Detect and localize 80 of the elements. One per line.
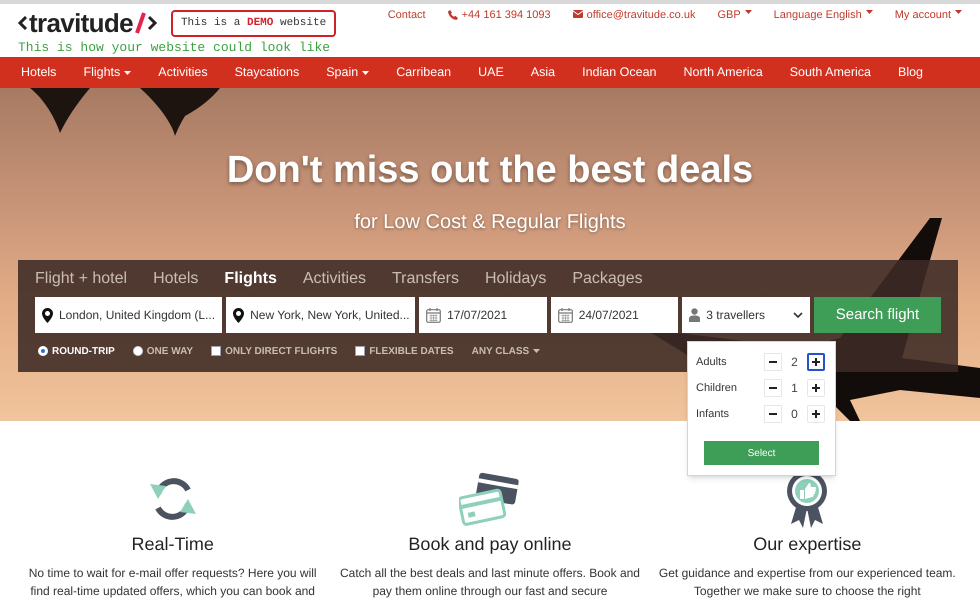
search-tab[interactable]: Transfers [392,266,459,290]
checkbox[interactable] [355,346,366,356]
top-link[interactable]: office@travitude.co.uk [572,10,696,57]
nav-item[interactable]: North America [683,63,763,82]
map-pin-icon [42,308,53,322]
search-tab[interactable]: Flight + hotel [35,266,128,290]
top-link[interactable]: My account [894,10,962,57]
counter-label: Adults [696,354,728,370]
input-field[interactable]: 17/07/2021 [419,297,547,333]
counter-label: Infants [696,406,730,422]
option-label: ONLY DIRECT FLIGHTS [225,344,338,358]
plus-icon [812,384,820,392]
counter-value: 0 [790,406,799,423]
input-field[interactable]: New York, New York, United... [226,297,416,333]
feature-text: Catch all the best deals and last minute offers. Book and pay them online through our fast and secure [340,565,640,600]
counter-value: 2 [790,354,799,371]
phone-icon [448,10,458,20]
credit-cards-icon [458,472,521,526]
nav-item[interactable]: Hotels [21,63,56,82]
nav-item[interactable]: UAE [478,63,504,82]
class-dropdown[interactable]: ANY CLASS [472,344,540,358]
minus-icon [769,361,777,363]
search-tab[interactable]: Flights [224,266,277,290]
caret-icon [533,348,540,353]
counter-value: 1 [790,380,799,397]
calendar-icon [426,308,442,322]
nav-item[interactable]: Activities [158,63,208,82]
minus-button[interactable] [764,405,782,423]
chevron-left-icon [18,16,27,30]
nav-item[interactable]: Indian Ocean [582,63,656,82]
travellers-dropdown[interactable]: 3 travellers [682,297,810,333]
minus-icon [769,387,777,389]
search-tab[interactable]: Activities [302,266,366,290]
feature-text: No time to wait for e-mail offer requests? Here you will find real-time updated offers, which you can book and [28,565,318,600]
nav-item[interactable]: Staycations [234,63,300,82]
chevron-down-icon [792,312,803,318]
plus-button[interactable] [807,353,825,371]
nav-item[interactable]: Blog [898,63,924,82]
person-icon [689,308,700,322]
calendar-icon [558,308,573,322]
feature-title: Book and pay online [408,533,572,556]
plus-icon [812,358,820,366]
top-link[interactable]: Language English [774,10,873,57]
feature-title: Real-Time [131,533,214,556]
minus-icon [769,413,777,415]
nav-item[interactable]: Flights [83,63,132,82]
input-field[interactable]: 24/07/2021 [550,297,678,333]
logo-text: travitude [29,10,133,36]
logo[interactable]: travitude [18,10,159,36]
minus-button[interactable] [764,379,782,397]
nav-item[interactable]: Asia [530,63,556,82]
plus-icon [812,410,820,418]
select-button[interactable]: Select [704,441,819,465]
minus-button[interactable] [764,353,782,371]
nav-item[interactable]: South America [790,63,871,82]
search-tab[interactable]: Packages [572,266,643,290]
map-pin-icon [233,308,244,322]
top-link[interactable]: +44 161 394 1093 [448,10,551,57]
option-label: FLEXIBLE DATES [369,344,454,358]
input-field[interactable]: London, United Kingdom (L... [35,297,222,333]
nav-item[interactable]: Spain [326,63,370,82]
search-tab[interactable]: Hotels [153,266,198,290]
search-tab[interactable]: Holidays [484,266,546,290]
hero-title: Don't miss out the best deals [226,148,754,193]
slash-chevron-icon [134,12,159,34]
radio-button[interactable] [132,346,143,356]
feature-title: Our expertise [753,533,862,556]
tagline: This is how your website could look like [18,38,332,56]
option-label: ROUND-TRIP [52,344,115,358]
top-link[interactable]: GBP [717,10,752,57]
demo-badge: This is a DEMO website [170,10,336,36]
top-link[interactable]: Contact [388,10,426,57]
nav-item[interactable]: Carribean [396,63,452,82]
counter-label: Children [696,380,738,396]
checkbox[interactable] [211,346,222,356]
envelope-icon [572,10,583,18]
search-button[interactable]: Search flight [814,297,942,333]
feature-text: Get guidance and expertise from our experienced team. Together we make sure to choose the right [658,565,957,600]
hero-subtitle: for Low Cost & Regular Flights [354,210,626,235]
option-label: ONE WAY [146,344,194,358]
